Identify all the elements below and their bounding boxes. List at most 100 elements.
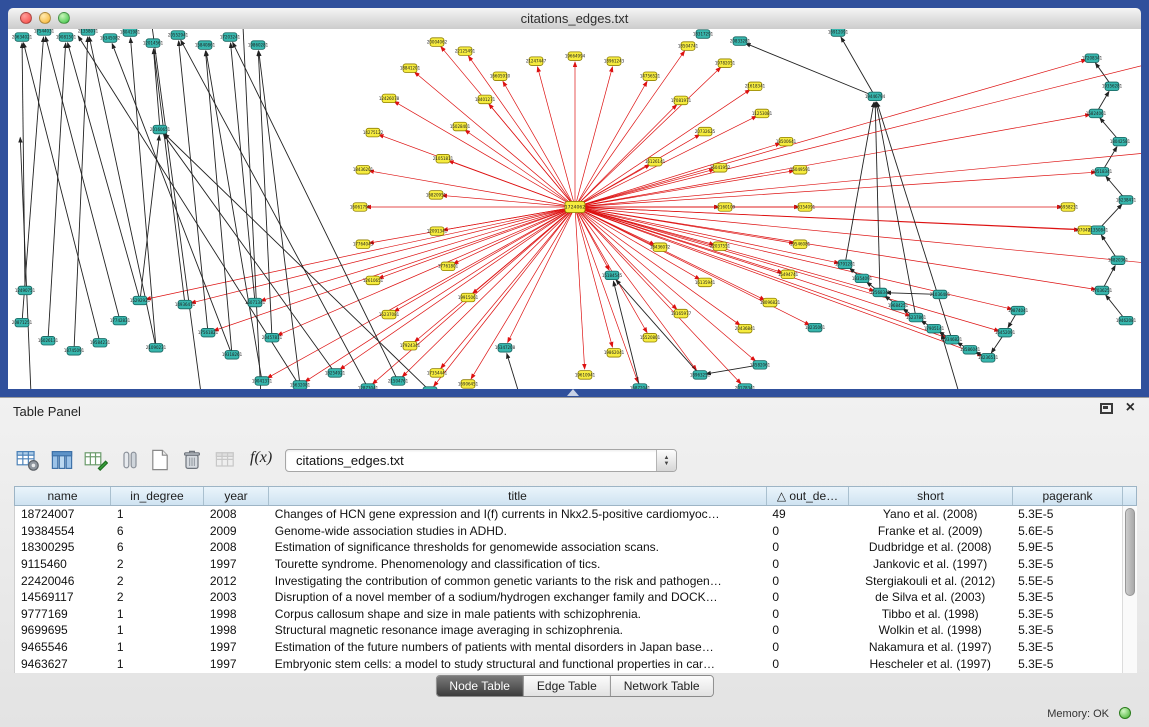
graph-node[interactable]: 19862041 — [604, 349, 625, 358]
graph-node[interactable]: 19684251 — [888, 301, 909, 310]
panel-divider-handle[interactable] — [567, 389, 579, 396]
graph-node[interactable]: 21247447 — [526, 57, 547, 66]
column-header-pagerank[interactable]: pagerank — [1013, 487, 1123, 505]
new-column-icon[interactable] — [84, 448, 108, 472]
graph-node[interactable]: 20457811 — [262, 333, 283, 342]
graph-node[interactable]: 21090231 — [146, 343, 167, 352]
graph-node[interactable]: 16049591 — [790, 166, 811, 175]
graph-node[interactable]: 12160109 — [715, 203, 736, 212]
graph-node[interactable]: 12091341 — [427, 227, 448, 236]
graph-node[interactable]: 15237861 — [906, 313, 927, 322]
graph-node[interactable]: 21504761 — [388, 377, 409, 386]
graph-node[interactable]: 15840861 — [195, 41, 216, 50]
graph-node[interactable]: 20634021 — [12, 33, 33, 42]
graph-node[interactable]: 16912091 — [828, 29, 849, 36]
tab-network-table[interactable]: Network Table — [611, 676, 713, 696]
graph-node[interactable]: 17561821 — [198, 328, 219, 337]
float-panel-icon[interactable] — [1100, 403, 1113, 414]
graph-node[interactable]: 12426078 — [379, 94, 400, 103]
table-row[interactable]: 1830029562008Estimation of significance … — [15, 539, 1122, 556]
column-header-out_de[interactable]: △ out_de… — [767, 487, 849, 505]
graph-node[interactable]: 12873041 — [358, 384, 379, 389]
tab-node-table[interactable]: Node Table — [436, 676, 524, 696]
function-builder-icon[interactable]: f(x) — [250, 449, 272, 467]
table-chooser-dropdown[interactable]: citations_edges.txt ▲▼ — [285, 449, 677, 472]
graph-node[interactable]: 18504741 — [678, 42, 699, 51]
graph-node[interactable]: 16347208 — [495, 343, 516, 352]
graph-node[interactable]: 15494741 — [778, 270, 799, 279]
delete-table-icon[interactable] — [180, 448, 204, 472]
graph-node[interactable]: 20518341 — [1092, 168, 1113, 177]
graph-node[interactable]: 16238471 — [1116, 196, 1137, 205]
graph-node[interactable]: 16452091 — [995, 328, 1016, 337]
graph-node[interactable]: 12568341 — [870, 288, 891, 297]
graph-node[interactable]: 18041981 — [120, 29, 141, 36]
column-header-name[interactable]: name — [15, 487, 111, 505]
graph-node[interactable]: 16605910 — [490, 72, 511, 81]
graph-node[interactable]: 19782051 — [715, 59, 736, 68]
graph-node[interactable]: 16041952 — [710, 163, 731, 172]
tab-edge-table[interactable]: Edge Table — [524, 676, 611, 696]
graph-node[interactable]: 20436841 — [735, 324, 756, 333]
graph-node[interactable]: 18042581 — [1110, 137, 1131, 146]
graph-node[interactable]: 15520801 — [640, 333, 661, 342]
graph-node[interactable]: 16061791 — [350, 203, 371, 212]
graph-node[interactable]: 18745091 — [64, 347, 85, 356]
new-table-icon[interactable] — [148, 448, 172, 472]
graph-node[interactable]: 18841201 — [400, 64, 421, 73]
table-row[interactable]: 946554611997Estimation of the future num… — [15, 639, 1122, 656]
window-titlebar[interactable]: citations_edges.txt — [8, 8, 1141, 30]
graph-node[interactable]: 18317291 — [693, 30, 714, 39]
graph-node[interactable]: 17208341 — [1082, 54, 1103, 63]
graph-node[interactable]: 20004062 — [427, 38, 448, 47]
column-header-in_degree[interactable]: in_degree — [111, 487, 204, 505]
import-table-disabled-icon[interactable] — [214, 448, 238, 472]
memory-ok-indicator[interactable] — [1119, 707, 1131, 719]
graph-node[interactable]: 18354091 — [852, 274, 873, 283]
graph-node[interactable]: 19041371 — [252, 377, 273, 386]
graph-node[interactable]: 12490751 — [15, 286, 36, 295]
graph-node[interactable]: 18436072 — [650, 243, 671, 252]
graph-node[interactable]: 19446794 — [865, 92, 886, 101]
graph-node[interactable]: 19915061 — [458, 293, 479, 302]
graph-node[interactable]: 19081501 — [56, 33, 77, 42]
graph-node[interactable]: 14582061 — [750, 361, 771, 370]
graph-node[interactable]: 17742831 — [110, 316, 131, 325]
column-header-title[interactable]: title — [269, 487, 767, 505]
graph-node[interactable]: 13354091 — [795, 203, 816, 212]
graph-node[interactable]: 16820951 — [426, 191, 447, 200]
graph-node[interactable]: 19860281 — [248, 41, 269, 50]
graph-node[interactable]: 16026131 — [38, 336, 59, 345]
graph-node[interactable]: 19664994 — [565, 52, 586, 61]
graph-node[interactable]: 16345082 — [100, 34, 121, 43]
graph-node[interactable]: 17761801 — [438, 262, 459, 271]
graph-node[interactable]: 19584231 — [90, 338, 111, 347]
table-row[interactable]: 1456911722003Disruption of a novel membe… — [15, 589, 1122, 606]
graph-node[interactable]: 18165977 — [671, 309, 692, 318]
graph-node[interactable]: 18961243 — [604, 57, 625, 66]
table-options-icon[interactable] — [16, 448, 40, 472]
column-header-year[interactable]: year — [204, 487, 269, 505]
graph-node[interactable]: 11253081 — [752, 109, 773, 118]
table-row[interactable]: 1872400712008Changes of HCN gene express… — [15, 506, 1122, 523]
graph-node[interactable]: 15292921 — [130, 296, 151, 305]
graph-node[interactable]: 20871251 — [12, 318, 33, 327]
graph-node[interactable]: 17081971 — [671, 96, 692, 105]
table-row[interactable]: 946362711997Embryonic stem cells: a mode… — [15, 655, 1122, 672]
graph-node[interactable]: 18436201 — [353, 166, 374, 175]
graph-node[interactable]: 18401271 — [475, 95, 496, 104]
graph-node[interactable]: 15958231 — [1058, 203, 1079, 212]
rows-icon[interactable] — [118, 448, 142, 472]
graph-node[interactable]: 18254921 — [325, 369, 346, 378]
show-columns-icon[interactable] — [50, 448, 74, 472]
table-row[interactable]: 977716911998Corpus callosum shape and si… — [15, 606, 1122, 623]
graph-node[interactable]: 17203241 — [220, 33, 241, 42]
graph-node[interactable]: 17318209 — [420, 387, 441, 389]
graph-node[interactable]: 18236511 — [978, 354, 999, 363]
graph-node[interactable]: 16071341 — [245, 298, 266, 307]
graph-node[interactable]: 14820361 — [1108, 256, 1129, 265]
graph-node[interactable]: 18096821 — [760, 298, 781, 307]
graph-node[interactable]: 15632081 — [290, 381, 311, 389]
graph-node[interactable]: 20160651 — [150, 125, 171, 134]
graph-node[interactable]: 17036251 — [1092, 286, 1113, 295]
